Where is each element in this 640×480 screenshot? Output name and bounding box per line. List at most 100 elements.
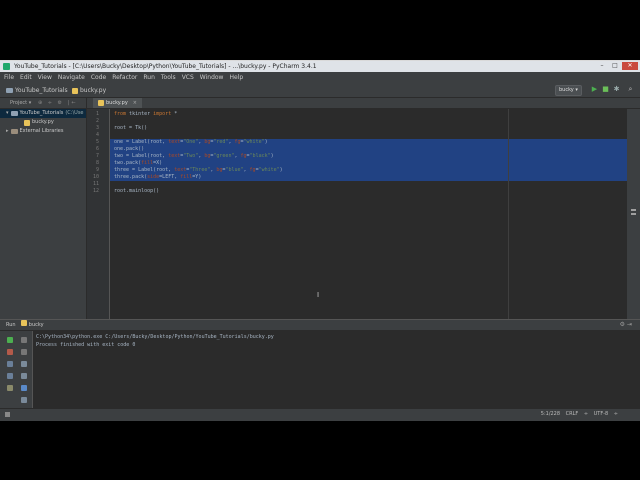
python-file-icon bbox=[72, 87, 78, 94]
menu-refactor[interactable]: Refactor bbox=[112, 72, 137, 83]
close-icon[interactable]: ✕ bbox=[622, 62, 638, 70]
library-icon bbox=[10, 129, 18, 134]
tab-bucky-py[interactable]: bucky.py × bbox=[93, 98, 142, 108]
caret-position[interactable]: 5:1/228 bbox=[541, 411, 560, 417]
line-number: 10 bbox=[92, 174, 99, 180]
soft-wrap-icon[interactable] bbox=[21, 361, 27, 367]
menu-run[interactable]: Run bbox=[143, 72, 155, 83]
code-line[interactable]: three.pack(side=LEFT, fill=Y) bbox=[110, 174, 634, 181]
line-separator[interactable]: CRLF ÷ bbox=[566, 411, 588, 417]
menu-tools[interactable]: Tools bbox=[161, 72, 176, 83]
run-panel-title: Run bbox=[6, 322, 16, 328]
maximize-icon[interactable]: □ bbox=[609, 62, 621, 70]
console-line: C:\Python34\python.exe C:/Users/Bucky/De… bbox=[36, 334, 274, 340]
rerun-icon[interactable] bbox=[7, 337, 13, 343]
code-line[interactable]: root = Tk() bbox=[110, 125, 634, 132]
tree-item-label: YouTube_Tutorials bbox=[19, 110, 64, 116]
editor-scroll-markers bbox=[627, 109, 640, 348]
breadcrumb-file[interactable]: bucky.py bbox=[72, 87, 106, 94]
minimize-icon[interactable]: – bbox=[596, 62, 608, 70]
line-number: 12 bbox=[92, 188, 99, 194]
line-number: 6 bbox=[95, 146, 99, 152]
search-icon[interactable]: ⌕ bbox=[627, 86, 634, 93]
menu-window[interactable]: Window bbox=[200, 72, 224, 83]
tool-windows-icon[interactable] bbox=[5, 412, 10, 417]
breadcrumb-file-label: bucky.py bbox=[80, 87, 107, 94]
print-icon[interactable] bbox=[21, 373, 27, 379]
line-number: 4 bbox=[95, 132, 99, 138]
scroll-down-icon[interactable] bbox=[21, 349, 27, 355]
python-file-icon bbox=[24, 119, 30, 126]
pycharm-logo-icon bbox=[3, 63, 10, 70]
menu-help[interactable]: Help bbox=[229, 72, 243, 83]
line-number: 8 bbox=[95, 160, 99, 166]
stop-icon[interactable] bbox=[7, 349, 13, 355]
collapse-arrow-icon: ▸ bbox=[6, 128, 9, 134]
code-line[interactable] bbox=[110, 132, 634, 139]
folder-icon bbox=[10, 111, 18, 116]
tree-item-project[interactable]: ▾ YouTube_Tutorials (C:\Use bbox=[0, 109, 86, 118]
window-controls: – □ ✕ bbox=[596, 62, 638, 70]
navigation-bar: YouTube_Tutorials bucky.py bucky ▾ ▶ ■ ✱… bbox=[0, 83, 640, 98]
tree-item-bucky-py[interactable]: bucky.py bbox=[0, 118, 86, 127]
run-config-dropdown[interactable]: bucky ▾ bbox=[555, 85, 582, 96]
code-line[interactable]: two = Label(root, text="Two", bg="green"… bbox=[110, 153, 634, 160]
project-panel-tools[interactable]: ⊕ ÷ ⚙ |← bbox=[38, 100, 78, 106]
code-line[interactable]: two.pack(fill=X) bbox=[110, 160, 634, 167]
marker[interactable] bbox=[631, 209, 636, 211]
code-line[interactable]: one = Label(root, text="One", bg="red", … bbox=[110, 139, 634, 146]
code-editor[interactable]: from tkinter import * root = Tk() one = La… bbox=[110, 109, 634, 348]
debug-icon[interactable]: ■ bbox=[602, 86, 609, 93]
line-number-gutter: 1 2 3 4 5 6 7 8 9 10 11 12 bbox=[87, 109, 110, 348]
tab-label: bucky.py bbox=[106, 100, 128, 106]
menu-navigate[interactable]: Navigate bbox=[58, 72, 85, 83]
tree-item-label: External Libraries bbox=[19, 128, 64, 134]
pause-icon[interactable] bbox=[7, 361, 13, 367]
console-line: Process finished with exit code 0 bbox=[36, 342, 136, 348]
folder-icon bbox=[6, 88, 13, 93]
line-number: 9 bbox=[95, 167, 99, 173]
line-number: 2 bbox=[95, 118, 99, 124]
line-number: 11 bbox=[92, 181, 99, 187]
code-line[interactable]: root.mainloop() bbox=[110, 188, 634, 195]
line-number: 1 bbox=[95, 111, 99, 117]
line-number: 5 bbox=[95, 139, 99, 145]
run-icon[interactable]: ▶ bbox=[591, 86, 598, 93]
scroll-up-icon[interactable] bbox=[21, 337, 27, 343]
breadcrumb-project-label: YouTube_Tutorials bbox=[15, 87, 68, 94]
code-line[interactable]: one.pack() bbox=[110, 146, 634, 153]
close-run-icon[interactable] bbox=[21, 397, 27, 403]
mouse-cursor-ibeam: I bbox=[317, 291, 320, 299]
restore-layout-icon[interactable] bbox=[7, 373, 13, 379]
menu-view[interactable]: View bbox=[38, 72, 52, 83]
expand-arrow-icon: ▾ bbox=[6, 110, 9, 116]
run-panel-config: bucky bbox=[28, 322, 44, 328]
run-toolbar bbox=[0, 331, 33, 409]
clear-icon[interactable] bbox=[21, 385, 27, 391]
python-file-icon bbox=[98, 100, 104, 106]
pin-icon[interactable] bbox=[7, 385, 13, 391]
code-line[interactable] bbox=[110, 181, 634, 188]
code-line[interactable] bbox=[110, 118, 634, 125]
line-number: 7 bbox=[95, 153, 99, 159]
status-right: 5:1/228 CRLF ÷ UTF-8 ÷ bbox=[541, 409, 618, 420]
menu-edit[interactable]: Edit bbox=[20, 72, 32, 83]
console-output[interactable]: C:\Python34\python.exe C:/Users/Bucky/De… bbox=[36, 333, 274, 349]
close-tab-icon[interactable]: × bbox=[133, 98, 137, 108]
menu-bar: File Edit View Navigate Code Refactor Ru… bbox=[0, 72, 640, 83]
breadcrumb-project[interactable]: YouTube_Tutorials bbox=[6, 87, 68, 94]
menu-file[interactable]: File bbox=[4, 72, 14, 83]
tree-item-label: bucky.py bbox=[32, 119, 54, 125]
code-line[interactable]: three = Label(root, text="Three", bg="bl… bbox=[110, 167, 634, 174]
menu-code[interactable]: Code bbox=[91, 72, 106, 83]
title-bar: YouTube_Tutorials - [C:\Users\Bucky\Desk… bbox=[0, 61, 640, 72]
run-panel-header: Run bucky ⚙ ⇥ bbox=[0, 320, 640, 330]
file-encoding[interactable]: UTF-8 ÷ bbox=[594, 411, 618, 417]
code-line[interactable]: from tkinter import * bbox=[110, 111, 634, 118]
right-margin-guide bbox=[508, 109, 509, 348]
marker[interactable] bbox=[631, 213, 636, 215]
settings-icon[interactable]: ✱ bbox=[613, 86, 620, 93]
tree-item-external-libraries[interactable]: ▸ External Libraries bbox=[0, 127, 86, 136]
gear-icon[interactable]: ⚙ ⇥ bbox=[620, 320, 632, 330]
menu-vcs[interactable]: VCS bbox=[182, 72, 194, 83]
